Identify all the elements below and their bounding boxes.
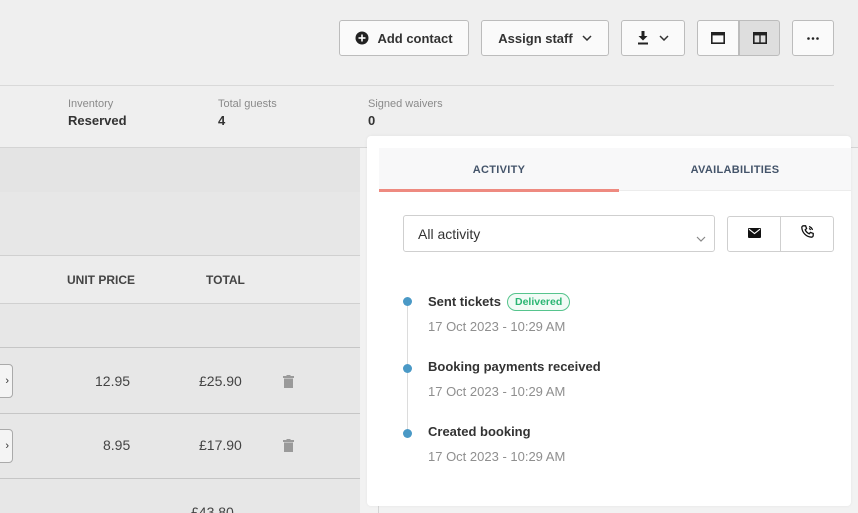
activity-filter-select[interactable]: All activity (403, 215, 715, 252)
event-time: 17 Oct 2023 - 10:29 AM (428, 319, 566, 334)
call-filter-button[interactable] (780, 216, 834, 252)
stat-value: 0 (368, 113, 376, 128)
tab-label: ACTIVITY (472, 163, 526, 176)
event-title: Booking payments received (428, 359, 601, 374)
row-unit-price: 12.95 (95, 373, 131, 389)
event-time: 17 Oct 2023 - 10:29 AM (428, 384, 566, 399)
stat-value: Reserved (68, 113, 127, 128)
panel-tabs: ACTIVITY AVAILABILITIES (379, 148, 851, 192)
assign-staff-button[interactable]: Assign staff (481, 20, 609, 56)
status-badge: Delivered (506, 293, 571, 311)
row-divider (0, 413, 360, 414)
row-divider (0, 347, 360, 348)
window-view-icon (711, 32, 725, 44)
tab-activity[interactable]: ACTIVITY (379, 148, 619, 192)
stat-signed-waivers: Signed waivers 0 (368, 98, 443, 128)
quantity-stepper[interactable]: › (0, 364, 13, 398)
trash-icon[interactable] (283, 439, 294, 452)
more-icon (807, 36, 819, 40)
trash-icon[interactable] (283, 375, 294, 388)
plus-circle-icon (355, 31, 369, 45)
stat-label: Signed waivers (368, 98, 443, 110)
email-filter-button[interactable] (727, 216, 781, 252)
tab-label: AVAILABILITIES (690, 163, 780, 176)
chevron-down-icon (582, 35, 592, 41)
row-total: £25.90 (199, 373, 242, 389)
single-view-button[interactable] (697, 20, 739, 56)
column-header-total: TOTAL (206, 273, 245, 287)
timeline-dot (403, 429, 412, 438)
event-title: Sent tickets Delivered (428, 293, 571, 311)
download-icon (637, 31, 649, 45)
toolbar: Add contact Assign staff (0, 20, 858, 56)
stat-label: Total guests (218, 98, 277, 110)
split-view-icon (752, 32, 767, 44)
stat-label: Inventory (68, 98, 114, 110)
chevron-down-icon (696, 229, 706, 245)
tab-availabilities[interactable]: AVAILABILITIES (619, 148, 851, 191)
stat-total-guests: Total guests 4 (218, 98, 277, 128)
grand-total: £43.80 (191, 504, 234, 513)
add-contact-label: Add contact (377, 30, 453, 46)
stat-inventory: Inventory Reserved (68, 98, 127, 128)
line-items-table: UNIT PRICE TOTAL › 12.95 £25.90 › 8.95 £… (0, 192, 360, 513)
add-contact-button[interactable]: Add contact (339, 20, 469, 56)
activity-filter-value: All activity (418, 225, 481, 242)
timeline-dot (403, 297, 412, 306)
column-header-unit-price: UNIT PRICE (67, 273, 136, 287)
row-divider (0, 478, 360, 479)
row-total: £17.90 (199, 437, 242, 453)
stat-value: 4 (218, 113, 226, 128)
download-button[interactable] (621, 20, 685, 56)
mail-icon (747, 225, 761, 243)
quantity-stepper[interactable]: › (0, 429, 13, 463)
timeline-dot (403, 364, 412, 373)
activity-panel: ACTIVITY AVAILABILITIES All activity Sen… (367, 136, 851, 506)
row-unit-price: 8.95 (103, 437, 131, 453)
event-time: 17 Oct 2023 - 10:29 AM (428, 449, 566, 464)
split-view-button[interactable] (739, 20, 780, 56)
table-header-row (0, 255, 360, 304)
phone-icon (800, 225, 814, 243)
more-options-button[interactable] (792, 20, 834, 56)
section-band (0, 148, 360, 192)
header-divider (0, 85, 834, 86)
event-title-text: Sent tickets (428, 294, 501, 309)
event-title: Created booking (428, 424, 531, 439)
assign-staff-label: Assign staff (498, 30, 573, 46)
active-tab-indicator (379, 189, 619, 192)
chevron-down-icon (659, 35, 669, 41)
